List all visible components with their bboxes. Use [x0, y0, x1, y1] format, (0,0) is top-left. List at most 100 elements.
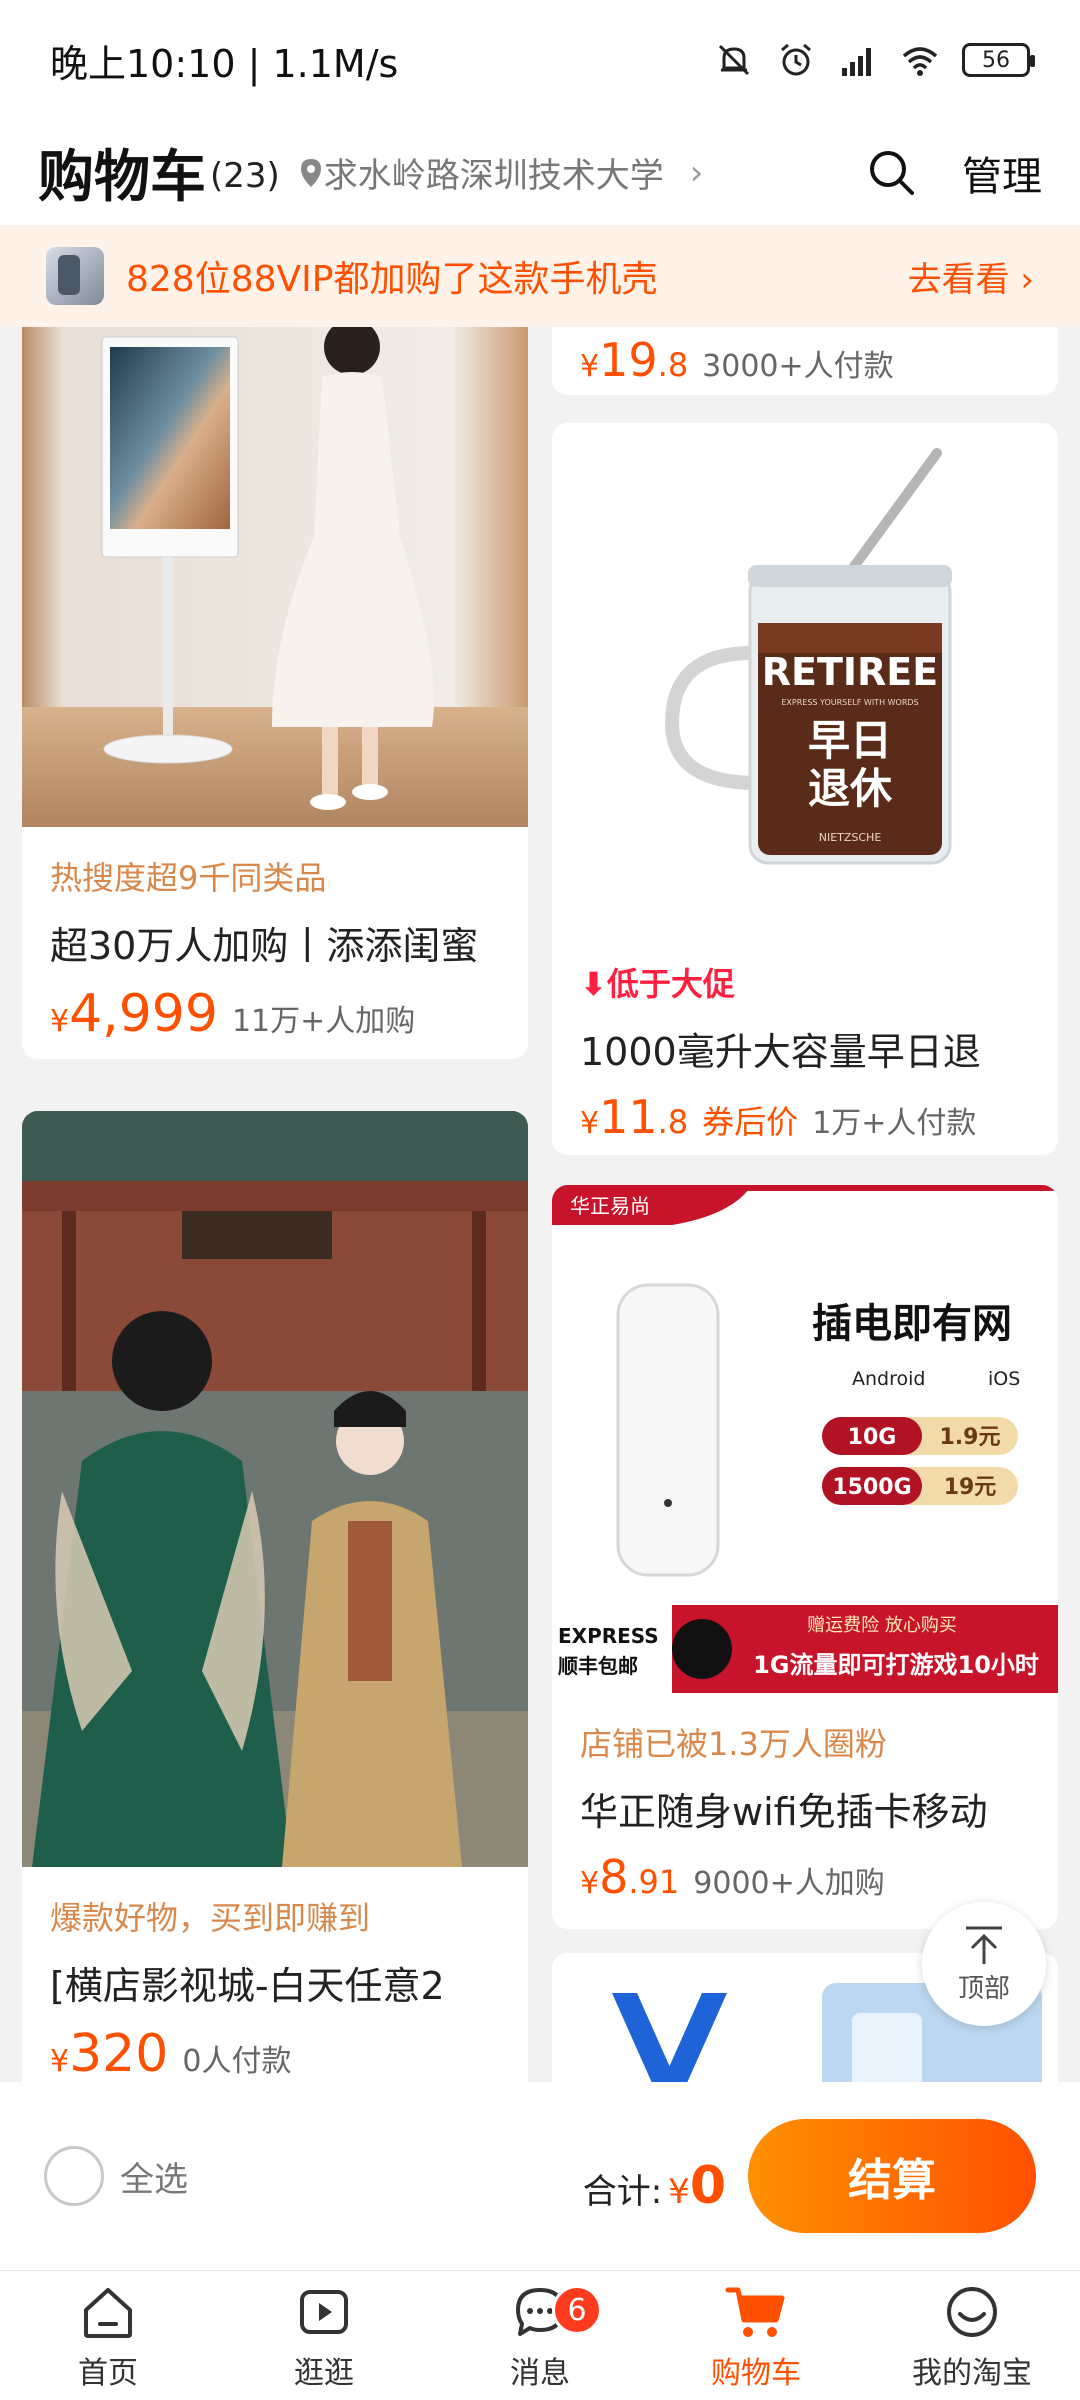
tab-cart[interactable]: 购物车 — [648, 2271, 864, 2400]
sales-count: 1万+人付款 — [812, 1106, 977, 1141]
delivery-location[interactable]: 求水岭路深圳技术大学 › — [298, 148, 703, 197]
scroll-to-top-button[interactable]: 顶部 — [922, 1902, 1046, 2026]
tab-label: 我的淘宝 — [912, 2355, 1032, 2391]
price: ¥ 320 0人付款 — [50, 2024, 500, 2082]
checkout-bar: 全选 合计: ¥ 0 结算 — [0, 2082, 1080, 2270]
android-label: Android — [852, 1368, 925, 1390]
scroll-to-top-label: 顶部 — [957, 1973, 1010, 2004]
cart-header: 购物车 (23) 求水岭路深圳技术大学 › 管理 — [0, 120, 1080, 225]
checkout-button[interactable]: 结算 — [748, 2119, 1036, 2233]
plan2-size: 1500G — [832, 1475, 911, 1500]
battery-icon: 56 — [962, 43, 1035, 77]
unread-badge: 6 — [552, 2285, 602, 2335]
cart-count: (23) — [210, 155, 280, 196]
price-decimal: .8 — [657, 346, 689, 384]
express-label: EXPRESS — [558, 1624, 659, 1648]
wifi-banner-text: 1G流量即可打游戏10小时 — [753, 1651, 1039, 1679]
location-pin-icon — [300, 158, 321, 187]
arrow-up-icon — [966, 1926, 1002, 1964]
tab-browse[interactable]: 逛逛 — [216, 2271, 432, 2400]
cup-small-text: EXPRESS YOURSELF WITH WORDS — [781, 698, 918, 707]
currency-symbol: ¥ — [50, 2044, 70, 2079]
select-all-toggle[interactable]: 全选 — [44, 2146, 188, 2206]
product-title: [横店影视城-白天任意2 — [50, 1964, 445, 2008]
status-bar: 晚上10:10 | 1.1M/s 56 — [0, 0, 1080, 120]
product-image: RETIREE EXPRESS YOURSELF WITH WORDS 早日 退… — [552, 423, 1058, 933]
tab-label: 逛逛 — [294, 2355, 354, 2391]
promo-link-label: 去看看 — [907, 259, 1010, 300]
coupon-label: 券后价 — [702, 1103, 799, 1141]
price-decimal: .91 — [628, 1863, 680, 1901]
plan1-size: 10G — [848, 1425, 897, 1450]
total-amount: 合计: ¥ 0 — [583, 2156, 726, 2216]
page-title: 购物车 — [38, 145, 206, 210]
search-icon[interactable] — [866, 147, 918, 199]
product-image — [22, 1111, 528, 1867]
product-image: 华正易尚 插电即有网 Android iOS 10G 1.9元 1500G 19… — [552, 1185, 1058, 1693]
sales-count: 11万+人加购 — [231, 1004, 416, 1039]
product-card[interactable]: RETIREE EXPRESS YOURSELF WITH WORDS 早日 退… — [552, 423, 1058, 1155]
product-feed[interactable]: ¥ 19 .8 3000+人付款 热搜度超9千同类品 超30万人加购丨添添闺蜜 … — [0, 327, 1080, 2082]
price: ¥ 19 .8 3000+人付款 — [580, 333, 1030, 387]
product-tag: 店铺已被1.3万人圈粉 — [580, 1725, 887, 1763]
product-card[interactable]: 爆款好物，买到即赚到 [横店影视城-白天任意2 ¥ 320 0人付款 — [22, 1111, 528, 2082]
bottom-tab-bar: 首页 逛逛 消息 6 购物车 我的淘宝 — [0, 2270, 1080, 2400]
price-integer: 19 — [599, 333, 658, 387]
battery-level: 56 — [982, 47, 1010, 73]
product-tag: 热搜度超9千同类品 — [50, 859, 327, 897]
down-arrow-icon: ⬇ — [580, 965, 607, 1003]
status-icons: 56 — [714, 40, 1035, 80]
product-tag: 爆款好物，买到即赚到 — [50, 1899, 371, 1937]
product-title: 超30万人加购丨添添闺蜜 — [50, 924, 479, 968]
video-icon — [300, 2289, 348, 2334]
total-label: 合计: — [582, 2172, 663, 2212]
tab-home[interactable]: 首页 — [0, 2271, 216, 2400]
sales-count: 0人付款 — [182, 2044, 292, 2079]
cup-footer-text: NIETZSCHE — [819, 831, 882, 844]
price-decimal: .8 — [657, 1103, 689, 1141]
select-all-radio[interactable] — [44, 2146, 104, 2206]
chevron-right-icon: › — [1009, 259, 1034, 300]
select-all-label: 全选 — [120, 2159, 188, 2200]
currency-symbol: ¥ — [580, 1866, 600, 1901]
promo-banner[interactable]: 828位88VIP都加购了这款手机壳 去看看 › — [0, 225, 1080, 327]
plan1-price: 1.9元 — [940, 1425, 1001, 1450]
price-integer: 4,999 — [69, 984, 218, 1044]
sales-count: 3000+人付款 — [702, 349, 894, 384]
product-card[interactable]: ¥ 19 .8 3000+人付款 — [552, 327, 1058, 395]
price-integer: 11 — [599, 1090, 658, 1144]
location-text: 求水岭路深圳技术大学 — [323, 156, 664, 196]
hd-signal-icon — [842, 48, 871, 76]
product-title: 华正随身wifi免插卡移动 — [580, 1790, 988, 1834]
ios-label: iOS — [988, 1368, 1020, 1390]
tab-label: 消息 — [510, 2355, 570, 2391]
tab-messages[interactable]: 消息 6 — [432, 2271, 648, 2400]
product-tag-label: 低于大促 — [606, 965, 735, 1003]
currency-symbol: ¥ — [580, 1106, 600, 1141]
smile-face-icon — [947, 2286, 997, 2337]
plan2-price: 19元 — [944, 1475, 997, 1500]
product-title: 1000毫升大容量早日退 — [580, 1030, 981, 1074]
price-integer: 8 — [599, 1850, 629, 1904]
price: ¥ 11 .8 券后价 1万+人付款 — [580, 1090, 1030, 1144]
tab-my-taobao[interactable]: 我的淘宝 — [864, 2271, 1080, 2400]
product-card[interactable]: 华正易尚 插电即有网 Android iOS 10G 1.9元 1500G 19… — [552, 1185, 1058, 1929]
mute-bell-icon — [718, 44, 750, 76]
shipping-label: 顺丰包邮 — [558, 1654, 638, 1678]
phone-case-thumbnail — [46, 247, 104, 305]
manage-button[interactable]: 管理 — [962, 144, 1042, 202]
home-icon — [84, 2287, 132, 2338]
tab-label: 首页 — [78, 2355, 138, 2391]
promo-link[interactable]: 去看看 › — [908, 252, 1034, 301]
price-integer: 320 — [69, 2024, 169, 2082]
currency-symbol: ¥ — [668, 2172, 690, 2212]
currency-symbol: ¥ — [580, 349, 600, 384]
total-value: 0 — [689, 2156, 726, 2216]
status-time: 晚上10:10 | 1.1M/s — [50, 41, 399, 86]
cart-icon — [725, 2287, 785, 2337]
product-card[interactable]: 热搜度超9千同类品 超30万人加购丨添添闺蜜 ¥ 4,999 11万+人加购 — [22, 327, 528, 1059]
alarm-icon — [781, 43, 811, 76]
insurance-label: 赠运费险 放心购买 — [807, 1615, 957, 1636]
product-image — [22, 327, 528, 827]
wifi-icon — [902, 47, 938, 76]
